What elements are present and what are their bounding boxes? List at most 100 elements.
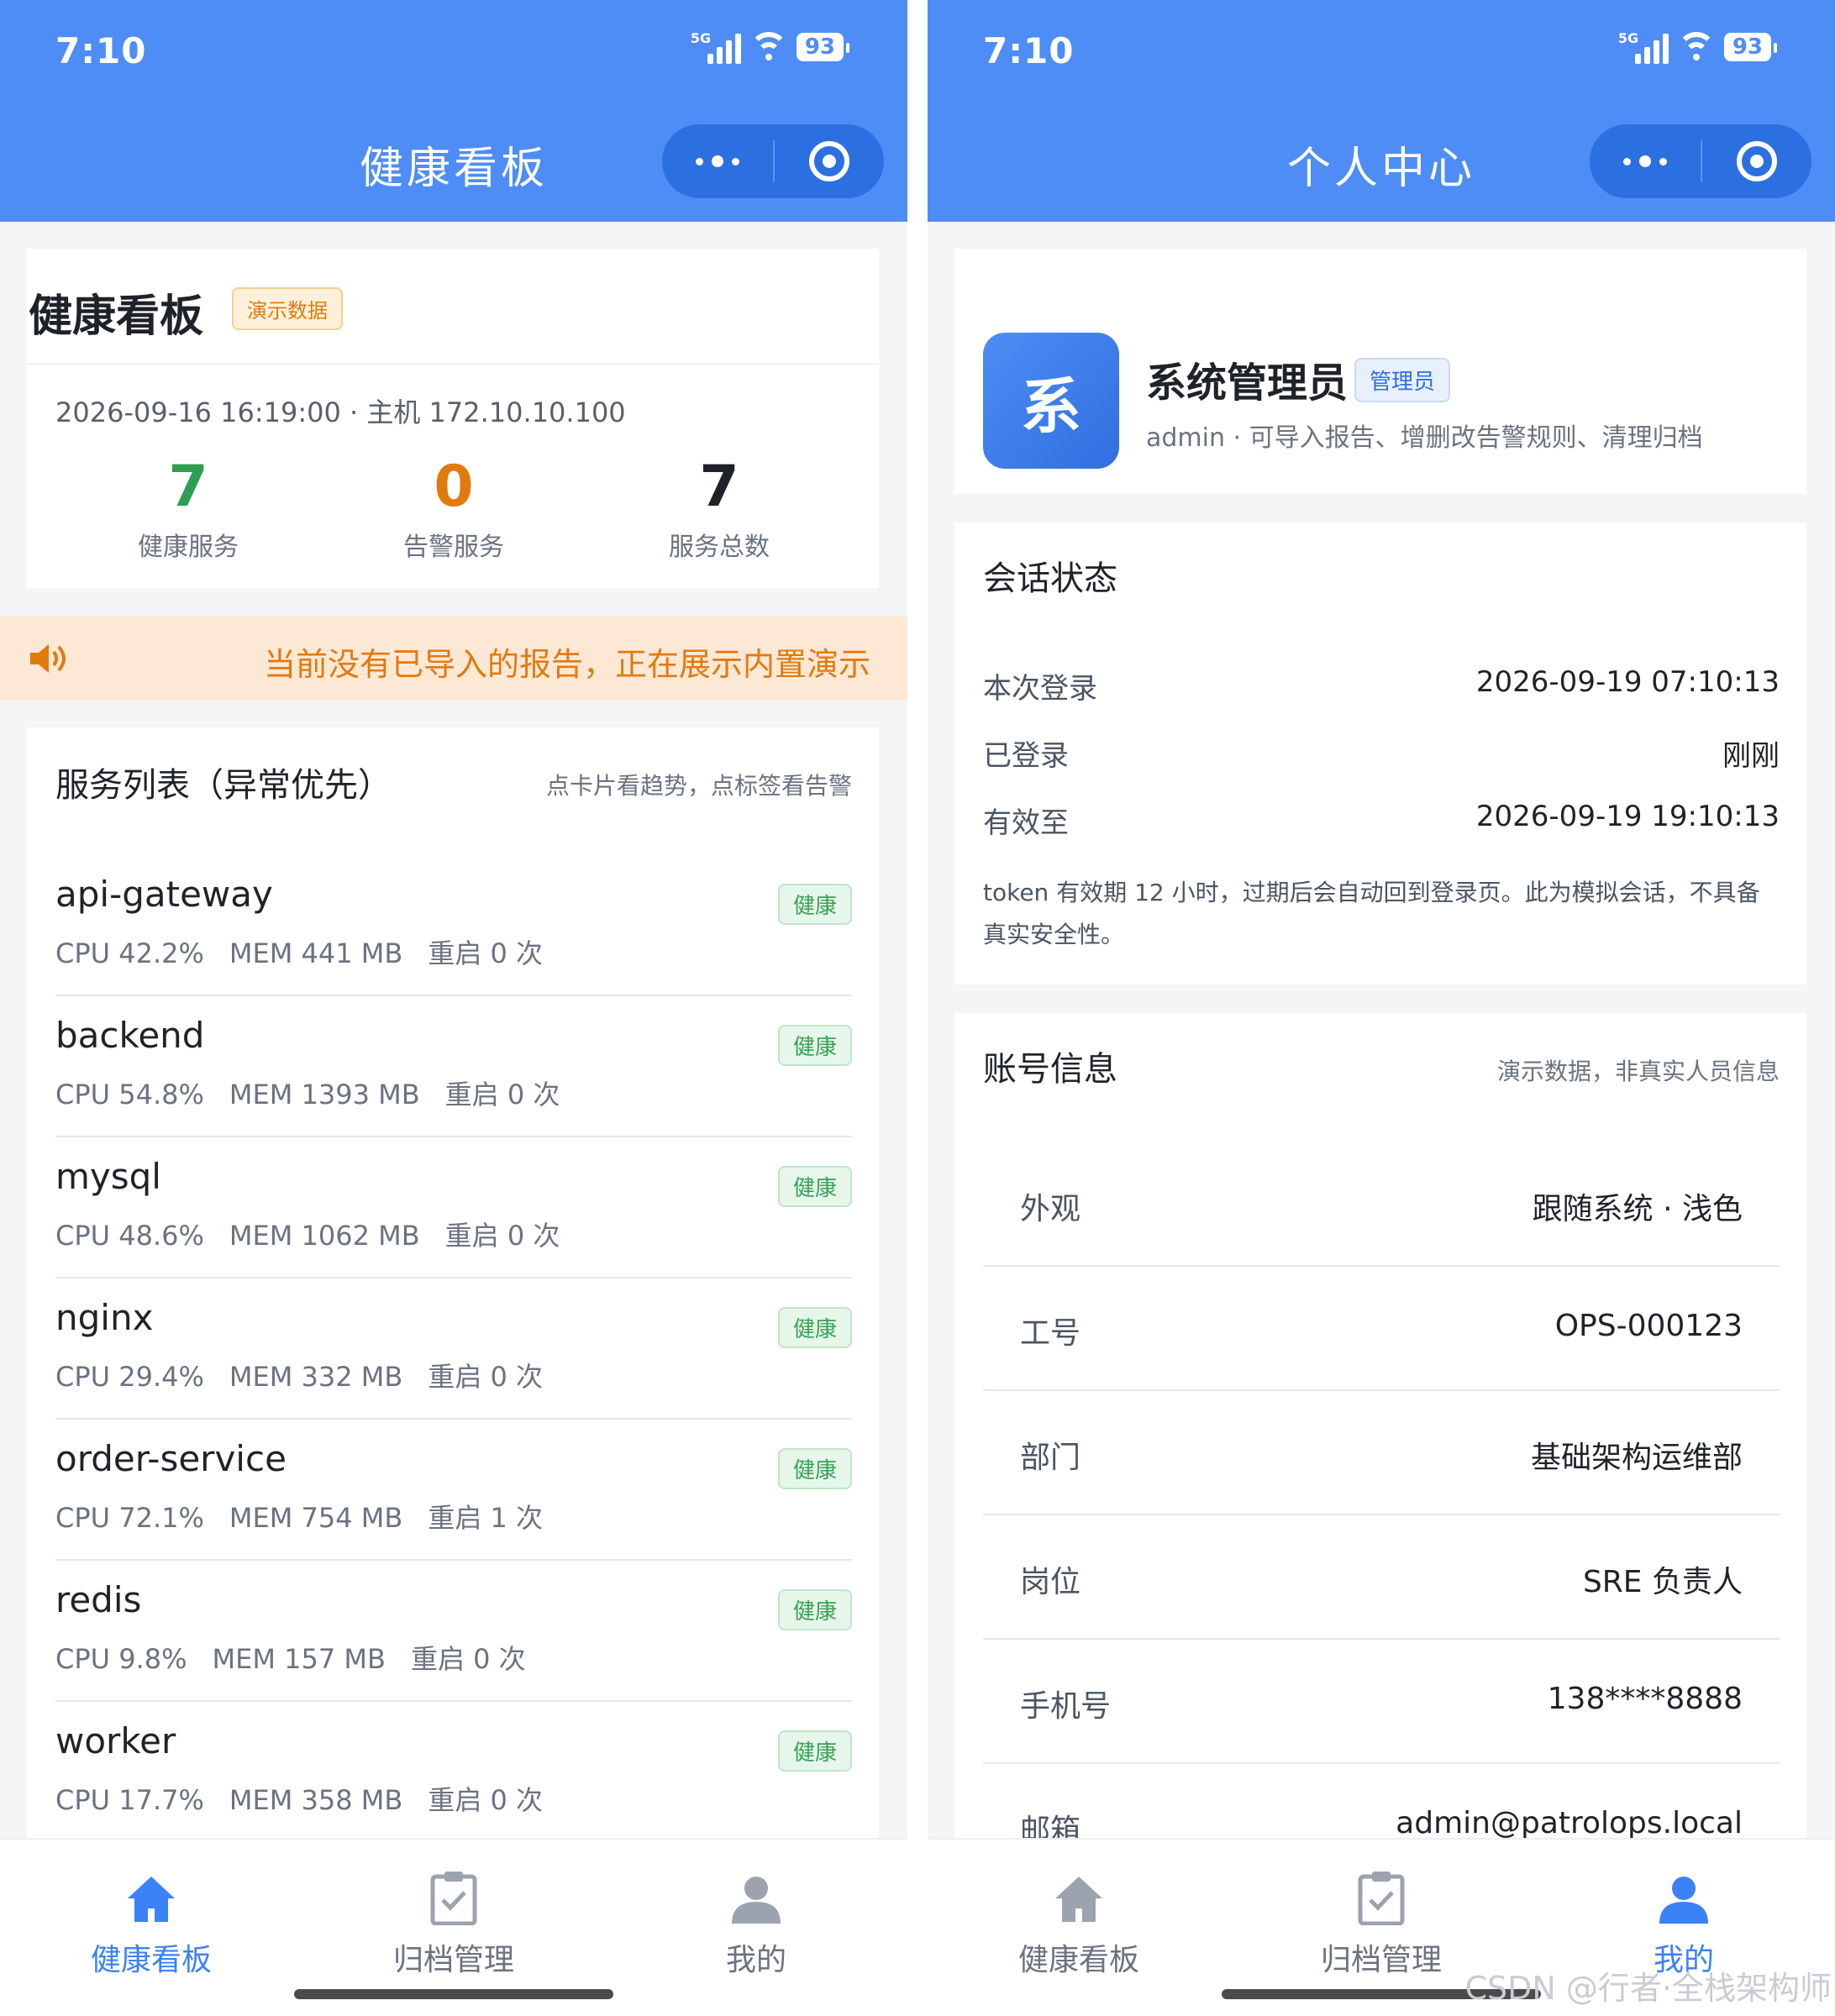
account-row-position: 岗位 SRE 负责人 bbox=[983, 1515, 1780, 1640]
nav-header: 7:10 5G 93 健康看板 bbox=[0, 0, 907, 222]
service-cpu: CPU 42.2% bbox=[55, 937, 204, 969]
stat-value: 7 bbox=[699, 454, 739, 520]
stat-value: 0 bbox=[434, 454, 474, 520]
mini-program-capsule bbox=[662, 124, 884, 198]
service-item-redis[interactable]: redis CPU 9.8% MEM 157 MB 重启 0 次 健康 bbox=[55, 1561, 852, 1702]
service-mem: MEM 332 MB bbox=[229, 1361, 403, 1393]
demo-data-tag: 演示数据 bbox=[232, 287, 343, 330]
stat-value: 7 bbox=[168, 454, 208, 520]
notice-text: 当前没有已导入的报告，正在展示内置演示 bbox=[264, 646, 871, 683]
service-cpu: CPU 17.7% bbox=[55, 1784, 204, 1816]
service-cpu: CPU 29.4% bbox=[55, 1361, 204, 1393]
account-row-phone: 手机号 138****8888 bbox=[983, 1640, 1780, 1764]
nav-header: 7:10 5G 93 个人中心 bbox=[928, 0, 1835, 222]
mini-program-capsule bbox=[1590, 124, 1811, 198]
tab-mine[interactable]: 我的 bbox=[1583, 1861, 1785, 1979]
home-icon bbox=[50, 1861, 252, 1925]
status-badge[interactable]: 健康 bbox=[777, 1589, 852, 1630]
account-key: 外观 bbox=[1020, 1192, 1081, 1226]
service-item-mysql[interactable]: mysql CPU 48.6% MEM 1062 MB 重启 0 次 健康 bbox=[55, 1137, 852, 1278]
status-badge[interactable]: 健康 bbox=[777, 1448, 852, 1489]
stat-label: 告警服务 bbox=[403, 533, 504, 562]
session-title: 会话状态 bbox=[983, 559, 1117, 598]
token-note: token 有效期 12 小时，过期后会自动回到登录页。此为模拟会话，不具备真实… bbox=[983, 879, 1760, 948]
tab-archive[interactable]: 归档管理 bbox=[1280, 1861, 1482, 1979]
service-item-order-service[interactable]: order-service CPU 72.1% MEM 754 MB 重启 1 次 … bbox=[55, 1420, 852, 1561]
wifi-icon bbox=[749, 32, 788, 62]
service-item-api-gateway[interactable]: api-gateway CPU 42.2% MEM 441 MB 重启 0 次 健康 bbox=[55, 855, 852, 996]
service-mem: MEM 157 MB bbox=[212, 1643, 386, 1675]
service-mem: MEM 754 MB bbox=[229, 1502, 403, 1534]
signal-icon: 5G bbox=[691, 30, 741, 64]
account-value: OPS-000123 bbox=[1554, 1309, 1743, 1343]
service-mem: MEM 441 MB bbox=[229, 937, 403, 969]
notice-bar: 当前没有已导入的报告，正在展示内置演示 bbox=[0, 617, 907, 701]
session-key: 已登录 bbox=[983, 739, 1069, 773]
account-value: SRE 负责人 bbox=[1582, 1565, 1743, 1599]
service-cpu: CPU 72.1% bbox=[55, 1502, 204, 1534]
dashboard-screen: 7:10 5G 93 健康看板 健康看板 演示数据 2026-09-16 16:… bbox=[0, 0, 907, 2016]
service-item-nginx[interactable]: nginx CPU 29.4% MEM 332 MB 重启 0 次 健康 bbox=[55, 1278, 852, 1420]
more-icon[interactable] bbox=[662, 155, 773, 167]
service-restarts: 重启 1 次 bbox=[428, 1502, 544, 1534]
summary-title: 健康看板 bbox=[29, 291, 204, 342]
stat-label: 服务总数 bbox=[669, 533, 770, 562]
session-value: 2026-09-19 19:10:13 bbox=[1475, 800, 1780, 833]
home-indicator bbox=[294, 1989, 613, 1999]
status-icons: 5G 93 bbox=[1618, 30, 1778, 64]
user-permissions: admin · 可导入报告、增删改告警规则、清理归档 bbox=[1146, 423, 1703, 453]
speaker-icon bbox=[30, 644, 66, 673]
session-key: 有效至 bbox=[983, 806, 1069, 840]
home-icon bbox=[978, 1861, 1180, 1925]
status-badge[interactable]: 健康 bbox=[777, 1307, 852, 1348]
service-item-worker[interactable]: worker CPU 17.7% MEM 358 MB 重启 0 次 健康 bbox=[55, 1702, 852, 1843]
tab-label: 我的 bbox=[725, 1943, 786, 1977]
tab-dashboard[interactable]: 健康看板 bbox=[50, 1861, 252, 1979]
service-mem: MEM 1062 MB bbox=[229, 1220, 420, 1252]
tab-dashboard[interactable]: 健康看板 bbox=[978, 1861, 1180, 1979]
wifi-icon bbox=[1676, 32, 1716, 62]
stat-total[interactable]: 7 服务总数 bbox=[610, 452, 828, 563]
account-hint: 演示数据，非真实人员信息 bbox=[1496, 1058, 1780, 1085]
service-name: backend bbox=[55, 1015, 205, 1056]
report-meta: 2026-09-16 16:19:00 · 主机 172.10.10.100 bbox=[55, 396, 626, 428]
status-badge[interactable]: 健康 bbox=[777, 1166, 852, 1207]
more-icon[interactable] bbox=[1590, 155, 1701, 167]
close-miniprogram-icon[interactable] bbox=[1702, 141, 1811, 181]
profile-screen: 7:10 5G 93 个人中心 系 系统管理员 管理员 admin · 可导入报… bbox=[928, 0, 1835, 2016]
stat-alert[interactable]: 0 告警服务 bbox=[344, 452, 563, 563]
account-value: 跟随系统 · 浅色 bbox=[1532, 1192, 1743, 1226]
status-badge[interactable]: 健康 bbox=[777, 1025, 852, 1066]
account-value: 138****8888 bbox=[1547, 1682, 1743, 1716]
clipboard-check-icon bbox=[353, 1861, 555, 1925]
account-row-appearance[interactable]: 外观 跟随系统 · 浅色 bbox=[983, 1142, 1780, 1267]
account-key: 部门 bbox=[1020, 1441, 1081, 1475]
service-restarts: 重启 0 次 bbox=[428, 1361, 544, 1393]
service-name: nginx bbox=[55, 1297, 154, 1338]
service-restarts: 重启 0 次 bbox=[428, 1784, 544, 1816]
status-badge[interactable]: 健康 bbox=[777, 884, 852, 925]
service-list-title: 服务列表（异常优先） bbox=[55, 766, 392, 805]
account-title: 账号信息 bbox=[983, 1050, 1117, 1089]
close-miniprogram-icon[interactable] bbox=[775, 141, 884, 181]
service-name: worker bbox=[55, 1720, 176, 1761]
account-key: 岗位 bbox=[1020, 1565, 1081, 1599]
clipboard-check-icon bbox=[1280, 1861, 1482, 1925]
stat-healthy[interactable]: 7 健康服务 bbox=[79, 452, 297, 563]
service-restarts: 重启 0 次 bbox=[428, 937, 544, 969]
account-row-department: 部门 基础架构运维部 bbox=[983, 1391, 1780, 1515]
session-key: 本次登录 bbox=[983, 672, 1097, 706]
tab-label: 健康看板 bbox=[90, 1943, 212, 1977]
status-icons: 5G 93 bbox=[691, 30, 850, 64]
role-badge: 管理员 bbox=[1354, 358, 1451, 402]
tab-label: 健康看板 bbox=[1017, 1943, 1139, 1977]
service-restarts: 重启 0 次 bbox=[444, 1079, 560, 1110]
tab-mine[interactable]: 我的 bbox=[655, 1861, 857, 1979]
user-icon bbox=[1583, 1861, 1785, 1925]
service-name: order-service bbox=[55, 1438, 287, 1479]
tab-archive[interactable]: 归档管理 bbox=[353, 1861, 555, 1979]
status-badge[interactable]: 健康 bbox=[777, 1730, 852, 1772]
service-name: mysql bbox=[55, 1156, 161, 1197]
battery-indicator: 93 bbox=[1723, 33, 1778, 61]
service-item-backend[interactable]: backend CPU 54.8% MEM 1393 MB 重启 0 次 健康 bbox=[55, 996, 852, 1137]
